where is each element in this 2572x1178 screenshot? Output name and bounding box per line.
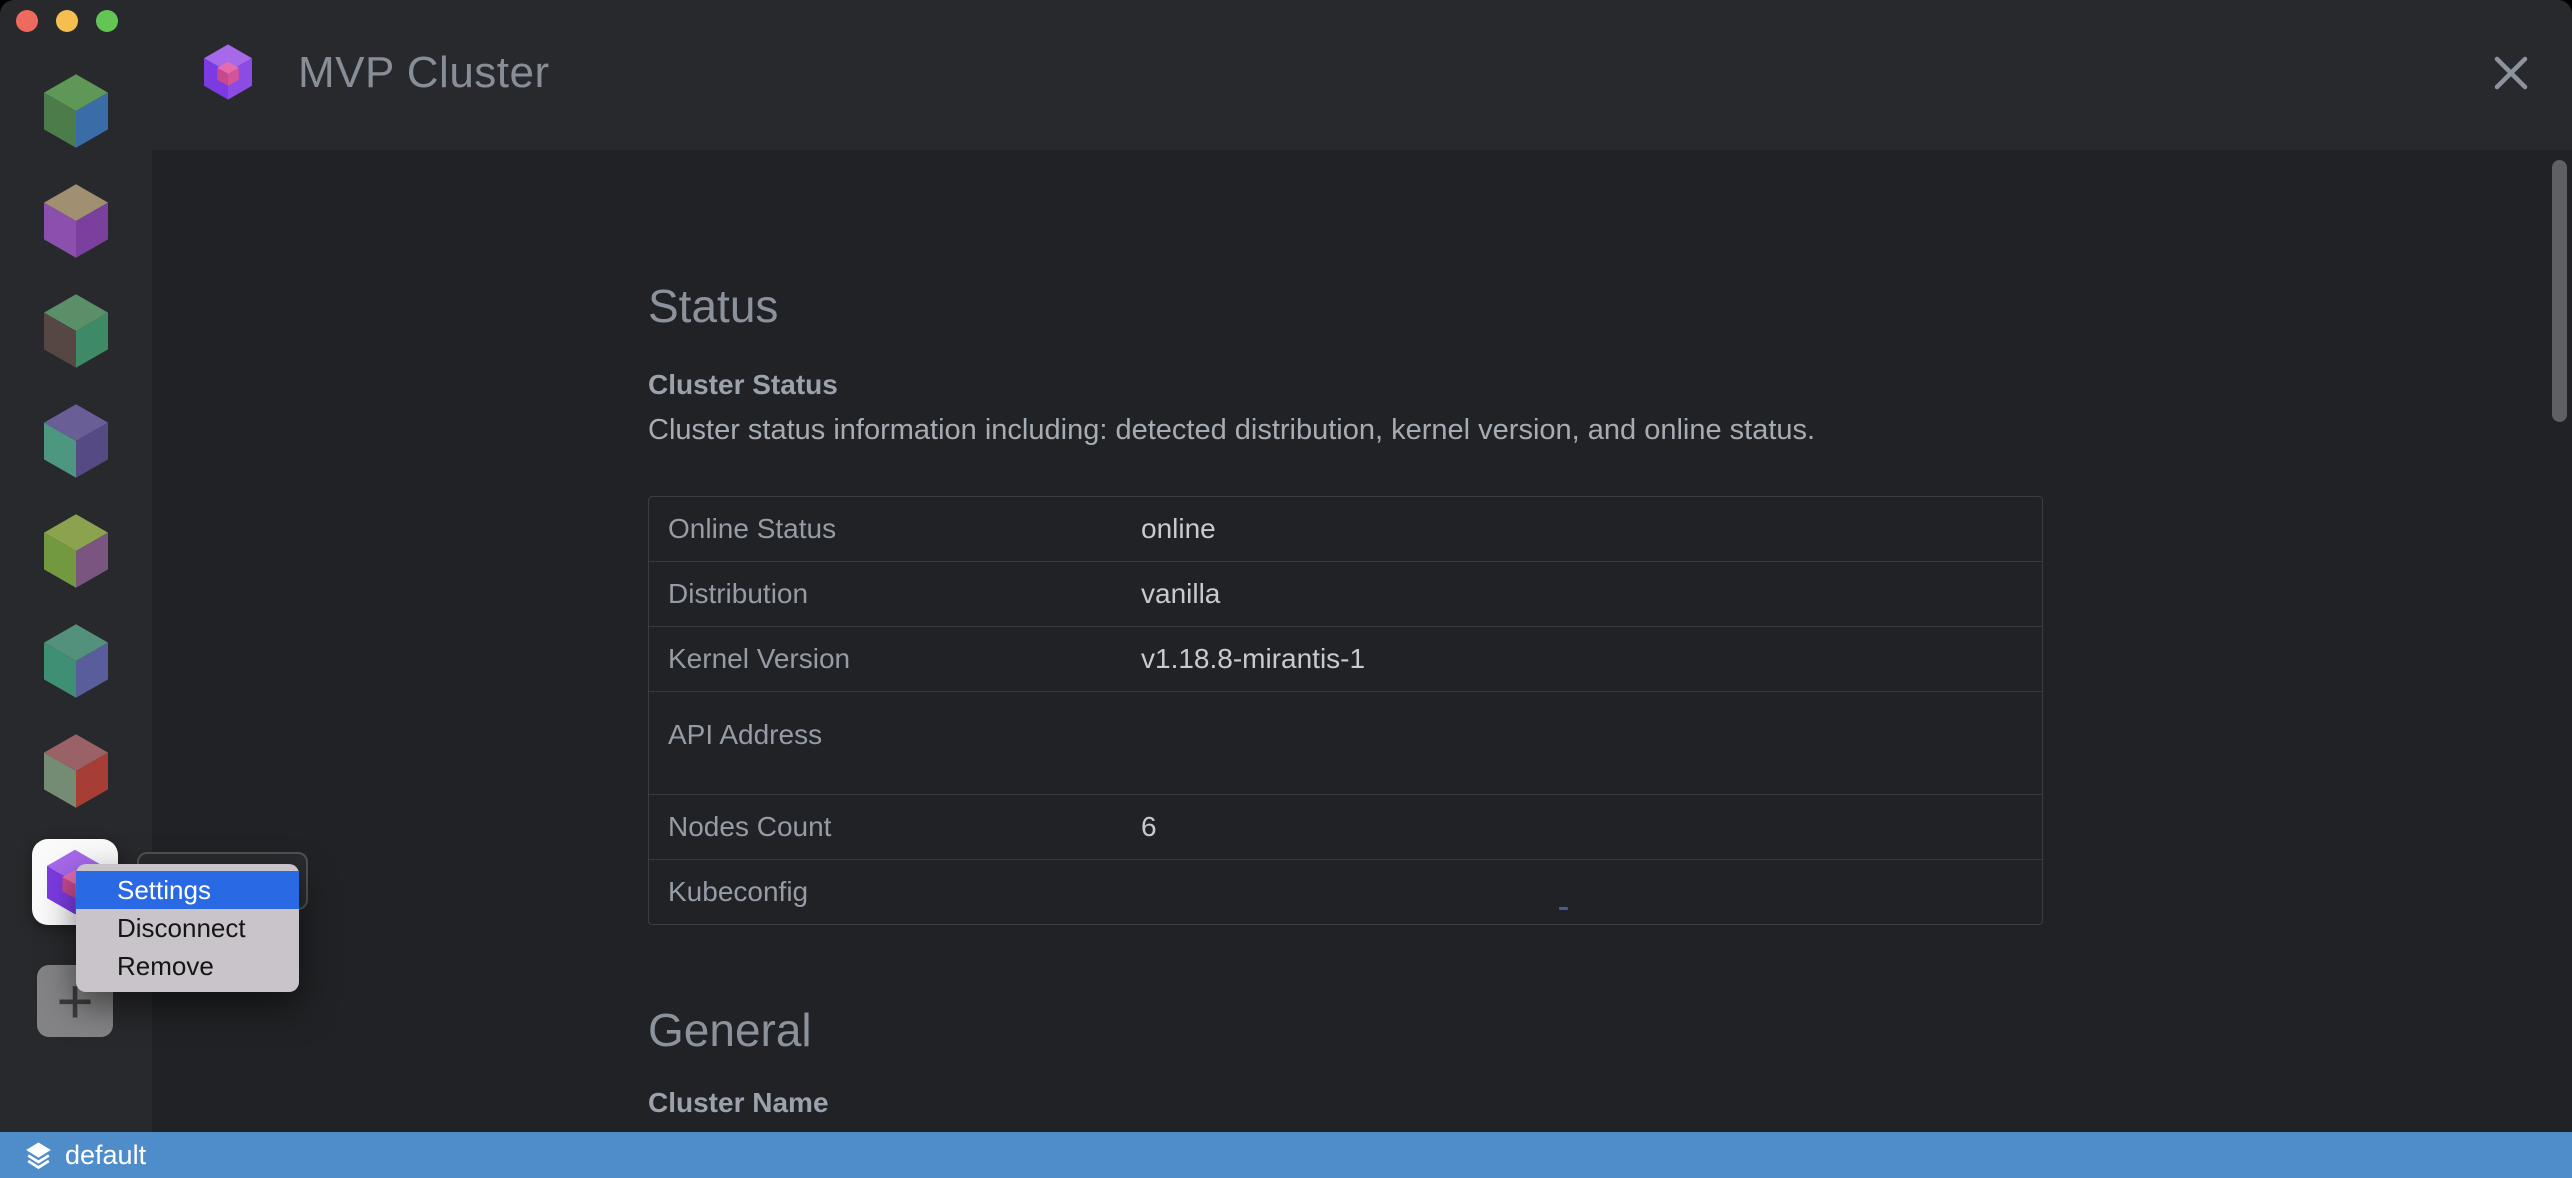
row-value: online [1141,513,2042,545]
page-title: MVP Cluster [298,48,550,98]
sidebar-cluster-icon-6[interactable] [36,621,116,701]
table-row: Online Statusonline [649,497,2042,561]
status-table: Online StatusonlineDistributionvanillaKe… [648,496,2043,925]
context-menu: SettingsDisconnectRemove [76,864,299,992]
status-bar: default [0,1132,2572,1178]
row-label: Distribution [649,578,1141,610]
row-label: Nodes Count [649,811,1141,843]
row-label: API Address [649,692,1141,751]
scrollbar-thumb[interactable] [2552,160,2567,422]
close-button[interactable] [2488,50,2534,96]
menu-item-disconnect[interactable]: Disconnect [76,909,299,947]
sidebar-cluster-icon-4[interactable] [36,401,116,481]
namespace-selector[interactable]: default [22,1139,146,1172]
row-value: 6 [1141,811,2042,843]
table-row: Kernel Versionv1.18.8-mirantis-1 [649,626,2042,691]
cluster-logo-icon [198,42,258,102]
menu-item-settings[interactable]: Settings [76,871,299,909]
status-section-heading: Status [648,150,2043,333]
row-label: Online Status [649,513,1141,545]
row-value: v1.18.8-mirantis-1 [1141,643,2042,675]
row-label: Kubeconfig [649,876,1141,908]
table-row: Nodes Count6 [649,794,2042,859]
layers-icon [22,1139,55,1172]
sidebar-cluster-icon-7[interactable] [36,731,116,811]
row-label: Kernel Version [649,643,1141,675]
table-row: Distributionvanilla [649,561,2042,626]
namespace-label: default [65,1140,146,1171]
sidebar-cluster-icon-1[interactable] [36,71,116,151]
settings-column: Status Cluster Status Cluster status inf… [648,150,2043,1119]
tiny-link-dash [1559,907,1568,910]
sidebar-cluster-icon-3[interactable] [36,291,116,371]
row-value: vanilla [1141,578,2042,610]
settings-page: Status Cluster Status Cluster status inf… [152,150,2572,1132]
app-window: MVP Cluster + Status Cluster Status Clus… [0,0,2572,1178]
sidebar-cluster-icon-5[interactable] [36,511,116,591]
table-row: API Address [649,691,2042,794]
general-section-heading: General [648,1003,2043,1057]
cluster-status-description: Cluster status information including: de… [648,414,2043,447]
cluster-name-subheading: Cluster Name [648,1087,2043,1119]
cluster-status-subheading: Cluster Status [648,369,2043,401]
menu-item-remove[interactable]: Remove [76,947,299,985]
sidebar-cluster-icon-2[interactable] [36,181,116,261]
close-icon [2488,50,2534,96]
table-row: Kubeconfig [649,859,2042,924]
